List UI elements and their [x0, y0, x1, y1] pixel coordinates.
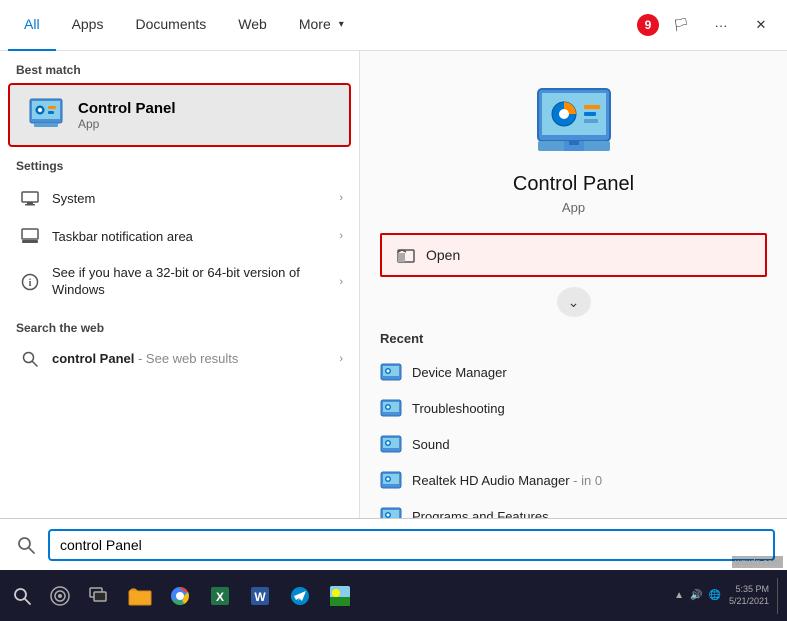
- recent-item-text: Troubleshooting: [412, 401, 505, 416]
- recent-item-icon: [380, 433, 402, 455]
- taskbar-word[interactable]: W: [240, 576, 280, 616]
- clock[interactable]: 5:35 PM 5/21/2021: [729, 584, 777, 607]
- svg-text:i: i: [29, 278, 32, 289]
- system-label: System: [44, 191, 339, 206]
- open-button-container: Open: [380, 233, 767, 277]
- settings-item-taskbar[interactable]: Taskbar notification area ›: [0, 217, 359, 255]
- search-icon: [16, 351, 44, 367]
- settings-label: Settings: [0, 147, 359, 179]
- search-input[interactable]: [48, 529, 775, 561]
- tab-all[interactable]: All: [8, 0, 56, 51]
- recent-item-icon: [380, 469, 402, 491]
- recent-label: Recent: [360, 327, 787, 354]
- ellipsis-icon: ···: [715, 18, 728, 33]
- recent-item[interactable]: Realtek HD Audio Manager - in 0: [360, 462, 787, 498]
- show-desktop-button[interactable]: [777, 578, 783, 614]
- app-icon-large: [534, 81, 614, 161]
- open-icon: [396, 245, 416, 265]
- system-tray: ▲ 🔊 🌐: [666, 590, 729, 601]
- tab-more[interactable]: More ▾: [283, 0, 360, 51]
- system-icon: [16, 189, 44, 207]
- feedback-icon: 🏳: [673, 17, 690, 33]
- taskbar-label: Taskbar notification area: [44, 229, 339, 244]
- expand-button[interactable]: ⌄: [557, 287, 591, 317]
- settings-item-system[interactable]: System ›: [0, 179, 359, 217]
- open-label: Open: [426, 247, 460, 263]
- best-match-label: Best match: [0, 51, 359, 83]
- close-icon: ✕: [756, 17, 767, 33]
- open-button[interactable]: Open: [382, 235, 765, 275]
- taskbar-telegram[interactable]: [280, 576, 320, 616]
- recent-item-icon: [380, 397, 402, 419]
- taskbar-chrome[interactable]: [160, 576, 200, 616]
- nav-actions: 9 🏳 ··· ✕: [637, 7, 779, 43]
- search-window: All Apps Documents Web More ▾ 9 🏳 ···: [0, 0, 787, 570]
- chevron-right-icon-4: ›: [339, 353, 343, 365]
- best-match-title: Control Panel: [78, 100, 176, 117]
- web-label: Search the web: [0, 309, 359, 341]
- info-icon: i: [16, 273, 44, 291]
- search-bar-icon: [12, 531, 40, 559]
- taskbar-file-explorer[interactable]: [120, 576, 160, 616]
- close-button[interactable]: ✕: [743, 7, 779, 43]
- taskbar-excel[interactable]: X: [200, 576, 240, 616]
- content-area: Best match Control Panel: [0, 51, 787, 570]
- chevron-right-icon-3: ›: [339, 276, 343, 288]
- app-title: Control Panel: [513, 173, 634, 196]
- recent-item-text: Sound: [412, 437, 450, 452]
- best-match-subtitle: App: [78, 117, 176, 131]
- taskbar-cortana[interactable]: [40, 576, 80, 616]
- app-type: App: [562, 200, 585, 215]
- feedback-button[interactable]: 🏳: [663, 7, 699, 43]
- chevron-right-icon: ›: [339, 192, 343, 204]
- recent-item[interactable]: Device Manager: [360, 354, 787, 390]
- tab-apps[interactable]: Apps: [56, 0, 120, 51]
- nav-tabs: All Apps Documents Web More ▾ 9 🏳 ···: [0, 0, 787, 51]
- settings-item-bitness[interactable]: i See if you have a 32-bit or 64-bit ver…: [0, 255, 359, 309]
- recent-item[interactable]: Sound: [360, 426, 787, 462]
- recent-item-text: Realtek HD Audio Manager - in 0: [412, 473, 602, 488]
- watermark: wsxdn.com: [732, 556, 783, 568]
- search-bar: [0, 518, 787, 570]
- best-match-item[interactable]: Control Panel App: [8, 83, 351, 147]
- taskbar-icon: [16, 227, 44, 245]
- tab-documents[interactable]: Documents: [119, 0, 222, 51]
- left-panel: Best match Control Panel: [0, 51, 360, 570]
- chevron-right-icon-2: ›: [339, 230, 343, 242]
- web-search-item[interactable]: control Panel - See web results ›: [0, 341, 359, 377]
- taskbar: X W ▲ 🔊 🌐 5:35 PM 5/21/2021: [0, 570, 787, 621]
- chevron-down-icon-2: ⌄: [568, 294, 580, 311]
- control-panel-icon: [26, 95, 66, 135]
- recent-item-text: Device Manager: [412, 365, 507, 380]
- taskbar-search-button[interactable]: [4, 578, 40, 614]
- tab-web[interactable]: Web: [222, 0, 283, 51]
- svg-text:W: W: [254, 590, 266, 604]
- web-search-text: control Panel - See web results: [44, 351, 339, 366]
- taskbar-weather[interactable]: [320, 576, 360, 616]
- recent-item-icon: [380, 361, 402, 383]
- taskbar-task-view[interactable]: [80, 576, 120, 616]
- more-options-button[interactable]: ···: [703, 7, 739, 43]
- chevron-down-icon: ▾: [339, 19, 344, 30]
- svg-text:X: X: [216, 590, 224, 604]
- right-panel: Control Panel App Open ⌄: [360, 51, 787, 570]
- recent-item[interactable]: Troubleshooting: [360, 390, 787, 426]
- bitness-label: See if you have a 32-bit or 64-bit versi…: [44, 265, 339, 299]
- notification-badge[interactable]: 9: [637, 14, 659, 36]
